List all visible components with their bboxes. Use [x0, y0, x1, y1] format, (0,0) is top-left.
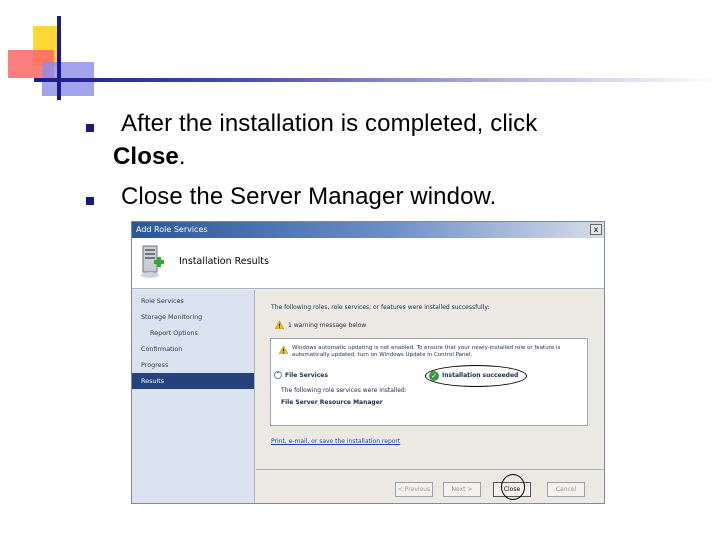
installed-intro: The following role services were install… — [281, 387, 407, 394]
bullet-marker — [86, 124, 94, 132]
dialog-title: Add Role Services — [136, 225, 208, 234]
wizard-nav: Role Services Storage Monitoring Report … — [132, 290, 255, 503]
warning-icon — [275, 321, 284, 329]
decor-vertical-rule — [57, 16, 61, 100]
collapse-icon[interactable]: ^ — [274, 371, 282, 379]
highlight-oval — [425, 365, 527, 387]
results-box: Windows automatic updating is not enable… — [270, 338, 588, 426]
installed-item: File Server Resource Manager — [281, 399, 383, 406]
nav-item-report-options[interactable]: Report Options — [132, 325, 254, 341]
nav-item-role-services[interactable]: Role Services — [132, 293, 254, 309]
report-link[interactable]: Print, e-mail, or save the installation … — [271, 438, 400, 445]
period: . — [178, 143, 186, 170]
warning-count: 1 warning message below — [288, 322, 367, 329]
role-name: File Services — [285, 372, 328, 379]
dialog-titlebar: Add Role Services x — [132, 222, 604, 238]
warning-text-line-1: Windows automatic updating is not enable… — [292, 345, 561, 351]
previous-button[interactable]: < Previous — [395, 482, 433, 497]
header-title: Installation Results — [179, 256, 269, 267]
close-keyword: Close — [113, 143, 179, 170]
dialog-header: Installation Results — [132, 238, 604, 289]
dialog-footer: < Previous Next > Close Cancel — [256, 469, 604, 503]
nav-item-results[interactable]: Results — [132, 373, 254, 389]
results-content: The following roles, role services, or f… — [256, 290, 604, 469]
nav-item-storage-monitoring[interactable]: Storage Monitoring — [132, 309, 254, 325]
close-icon[interactable]: x — [590, 224, 602, 235]
bullet-1-line-2: Close. — [113, 143, 186, 171]
close-highlight-oval — [501, 474, 525, 500]
bullet-1-line-1: After the installation is completed, cli… — [121, 110, 538, 137]
warning-text-line-2: automatically updated, turn on Windows U… — [292, 352, 473, 358]
intro-text: The following roles, role services, or f… — [271, 304, 490, 311]
server-role-icon — [141, 245, 164, 278]
add-role-services-dialog: Add Role Services x Installation Results… — [131, 221, 605, 504]
bullet-2-text: Close the Server Manager window. — [121, 183, 497, 210]
nav-item-progress[interactable]: Progress — [132, 357, 254, 373]
decor-horizontal-rule — [34, 78, 720, 82]
nav-item-confirmation[interactable]: Confirmation — [132, 341, 254, 357]
bullet-marker — [86, 197, 94, 205]
next-button[interactable]: Next > — [443, 482, 481, 497]
warning-icon — [279, 346, 288, 354]
cancel-button[interactable]: Cancel — [547, 482, 585, 497]
